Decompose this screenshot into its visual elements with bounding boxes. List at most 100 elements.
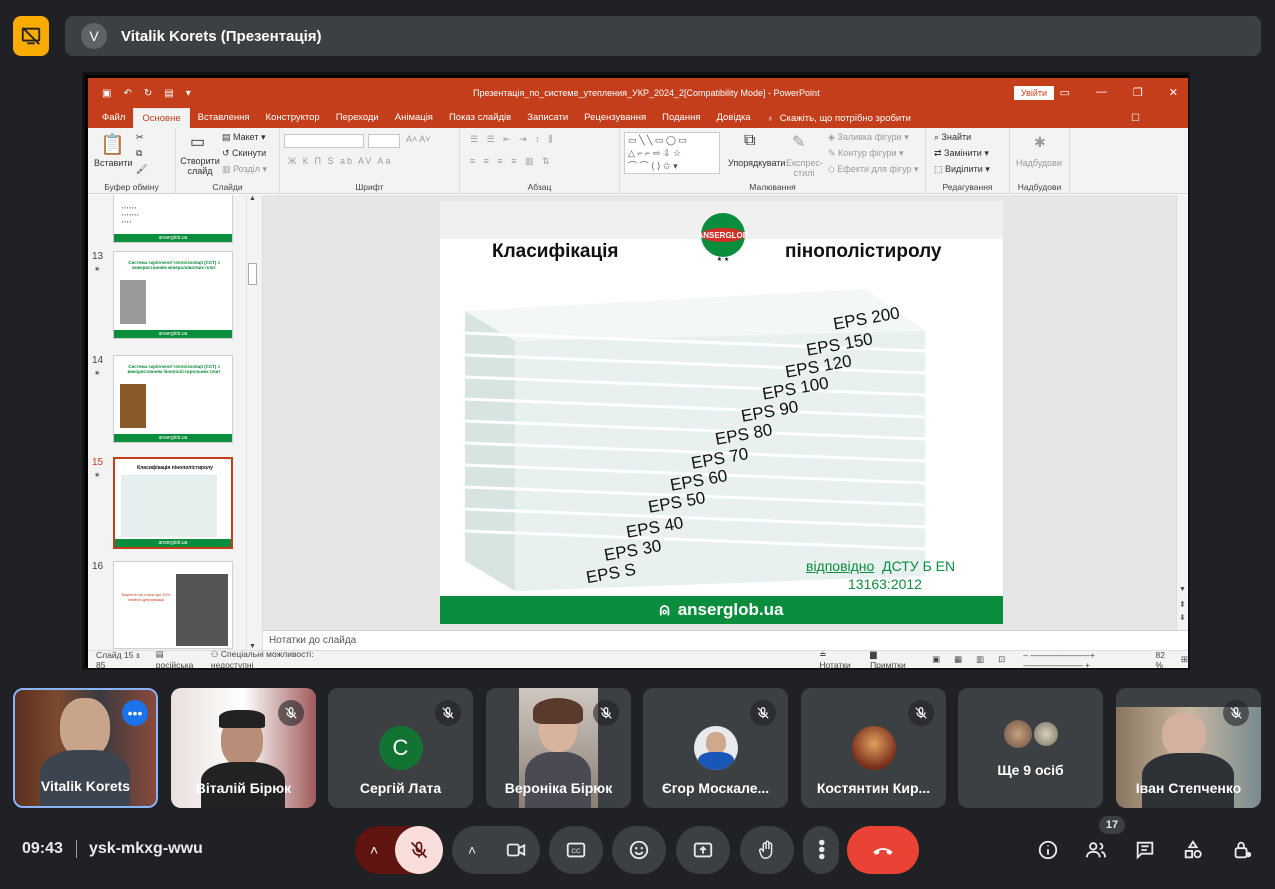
arrange-icon[interactable]: ⧉ <box>744 132 755 150</box>
tab-record[interactable]: Записати <box>519 108 576 128</box>
scrollbar-thumb[interactable] <box>248 263 257 285</box>
slide-thumbnail-15[interactable]: Класифікація пінополістиролу anserglob.u… <box>113 457 233 549</box>
language-status[interactable]: ▤ російська <box>156 649 199 668</box>
tab-design[interactable]: Конструктор <box>258 108 328 128</box>
shapes-gallery[interactable]: ▭ ╲ ╲ ▭ ◯ ▭ △ ⌐ ⌐ ⇨ ⇩ ☆ ⌒ ⌒ ⟨ ⟩ ✩ ▾ <box>624 132 720 174</box>
shape-fill-button[interactable]: ◈ Заливка фігури ▾ <box>828 132 909 143</box>
editor-scrollbar[interactable]: ▼ ⇞ ⇟ <box>1176 195 1188 630</box>
thumbnails-scrollbar[interactable]: ▲ ▼ <box>246 195 258 650</box>
shape-outline-button[interactable]: ✎ Контур фігури ▾ <box>828 148 904 159</box>
restore-icon[interactable]: ❐ <box>1133 86 1143 99</box>
addins-icon[interactable]: ✱ <box>1034 134 1046 151</box>
slide-thumbnail-16[interactable]: Міцність на стиск при 10% лінійній дефор… <box>113 561 233 649</box>
fit-slide-icon[interactable]: ⊞ <box>1181 654 1188 665</box>
prev-slide-icon[interactable]: ⇞ <box>1179 600 1186 609</box>
minimize-icon[interactable]: — <box>1096 86 1107 99</box>
slide-thumbnail-12[interactable]: ▪ ▪ ▪ ▪ ▪ ▪ ▪ ▪ ▪ ▪ ▪ ▪ ▪ ▪ ▪ ▪ ▪ anserglo… <box>113 195 233 243</box>
slide-thumbnail-14[interactable]: Система скріпленої теплоізоляції (ССТ) з… <box>113 355 233 443</box>
presenting-indicator-icon[interactable] <box>13 16 49 56</box>
comments-icon[interactable]: ☐ <box>1131 113 1140 124</box>
font-format-buttons[interactable]: Ж К П S ab AV Aa <box>288 156 392 166</box>
save-icon[interactable]: ▣ <box>102 88 111 99</box>
list-buttons-icon[interactable]: ☰ ☰ ⇤ ⇥ ↕ ⫼ <box>470 134 555 145</box>
tab-review[interactable]: Рецензування <box>576 108 654 128</box>
next-slide-icon[interactable]: ⇟ <box>1179 613 1186 622</box>
undo-icon[interactable]: ↶ <box>123 88 131 99</box>
tab-transitions[interactable]: Переходи <box>328 108 387 128</box>
view-buttons-icon[interactable]: ▣▦▥⊡ <box>932 654 1019 665</box>
arrange-button[interactable]: Упорядкувати <box>728 158 785 168</box>
accessibility-status[interactable]: ⚇ Спеціальні можливості: недоступні <box>211 649 344 668</box>
more-options-icon[interactable]: ••• <box>122 700 148 726</box>
find-button[interactable]: ⌕ Знайти <box>934 132 971 143</box>
participant-tile[interactable]: С Сергій Лата <box>328 688 473 808</box>
participant-tile[interactable]: Єгор Москале... <box>643 688 788 808</box>
current-slide[interactable]: Класифікація пінополістиролу ANSERGLOB ★… <box>440 201 1003 624</box>
captions-button[interactable]: CC <box>549 826 603 874</box>
participant-tile[interactable]: Іван Степченко <box>1116 688 1261 808</box>
participant-tile[interactable]: Костянтин Кир... <box>801 688 946 808</box>
addins-button[interactable]: Надбудови <box>1016 158 1062 168</box>
section-button[interactable]: ▥ Розділ ▾ <box>222 164 267 175</box>
notes-toggle[interactable]: ≐ Нотатки <box>819 649 856 668</box>
scroll-up-icon[interactable]: ▲ <box>249 195 256 202</box>
zoom-level[interactable]: 82 % <box>1155 650 1172 669</box>
tab-help[interactable]: Довідка <box>708 108 758 128</box>
tab-slideshow[interactable]: Показ слайдів <box>441 108 519 128</box>
present-button[interactable] <box>676 826 730 874</box>
font-grow-icon[interactable]: A˄ A˅ <box>406 134 431 144</box>
signin-button[interactable]: Увійти <box>1014 86 1054 100</box>
paste-button[interactable]: Вставити <box>94 158 133 168</box>
slide-editor[interactable]: Класифікація пінополістиролу ANSERGLOB ★… <box>263 195 1188 630</box>
mic-toggle-button[interactable] <box>395 826 443 874</box>
tab-view[interactable]: Подання <box>654 108 708 128</box>
tell-me[interactable]: ♁ Скажіть, що потрібно зробити <box>767 113 911 124</box>
reset-button[interactable]: ↺ Скинути <box>222 148 266 159</box>
more-options-button[interactable]: ••• <box>803 826 839 874</box>
participant-tile[interactable]: Вероніка Бірюк <box>486 688 631 808</box>
camera-toggle-button[interactable] <box>492 826 540 874</box>
ribbon-display-icon[interactable]: ▭ <box>1060 86 1070 99</box>
new-slide-button[interactable]: Створити слайд <box>180 156 220 176</box>
zoom-slider[interactable]: – ———————+——————— + <box>1023 650 1147 669</box>
quick-styles-icon[interactable]: ✎ <box>792 132 805 152</box>
comments-toggle[interactable]: ▆ Примітки <box>870 649 910 668</box>
participant-tile[interactable]: ••• Vitalik Korets <box>13 688 158 808</box>
layout-button[interactable]: ▤ Макет ▾ <box>222 132 266 143</box>
host-controls-button[interactable] <box>1226 834 1258 866</box>
slide-thumbnails-pane[interactable]: ▪ ▪ ▪ ▪ ▪ ▪ ▪ ▪ ▪ ▪ ▪ ▪ ▪ ▪ ▪ ▪ ▪ anserglo… <box>88 195 263 650</box>
meeting-details-button[interactable] <box>1032 834 1064 866</box>
reactions-button[interactable] <box>612 826 666 874</box>
participant-tile[interactable]: Віталій Бірюк <box>171 688 316 808</box>
format-painter-icon[interactable]: 🖌 <box>136 164 147 175</box>
slide-thumbnail-13[interactable]: Система скріпленої теплоізоляції (ССТ) з… <box>113 251 233 339</box>
raise-hand-button[interactable] <box>740 826 794 874</box>
shape-effects-button[interactable]: ◇ Ефекти для фігур ▾ <box>828 164 919 175</box>
present-icon[interactable]: ▤ <box>164 88 173 99</box>
others-tile[interactable]: Ще 9 осіб <box>958 688 1103 808</box>
tab-home[interactable]: Основне <box>133 108 190 128</box>
tab-file[interactable]: Файл <box>94 108 133 128</box>
leave-call-button[interactable] <box>847 826 919 874</box>
people-button[interactable] <box>1080 834 1112 866</box>
activities-button[interactable] <box>1177 834 1209 866</box>
audio-options-chevron-icon[interactable]: ˄ <box>370 842 378 858</box>
video-options-chevron-icon[interactable]: ˄ <box>468 842 476 858</box>
align-buttons-icon[interactable]: ≡ ≡ ≡ ≡ ▥ ⇅ <box>470 156 553 167</box>
notes-pane[interactable]: Нотатки до слайда <box>263 630 1188 650</box>
customize-icon[interactable]: ▾ <box>186 88 191 99</box>
scroll-down-icon[interactable]: ▼ <box>1179 586 1186 593</box>
chat-button[interactable] <box>1129 834 1161 866</box>
cut-icon[interactable]: ✂ <box>136 132 144 143</box>
close-icon[interactable]: ✕ <box>1169 86 1178 99</box>
paste-icon[interactable]: 📋 <box>100 132 125 157</box>
tab-insert[interactable]: Вставлення <box>190 108 258 128</box>
replace-button[interactable]: ⇄ Замінити ▾ <box>934 148 989 159</box>
redo-icon[interactable]: ↻ <box>144 88 152 99</box>
tab-animations[interactable]: Анімація <box>387 108 441 128</box>
copy-icon[interactable]: ⧉ <box>136 148 142 159</box>
new-slide-icon[interactable]: ▭ <box>190 132 205 152</box>
select-button[interactable]: ⬚ Виділити ▾ <box>934 164 990 175</box>
font-size-select[interactable] <box>368 134 400 148</box>
font-name-select[interactable] <box>284 134 364 148</box>
